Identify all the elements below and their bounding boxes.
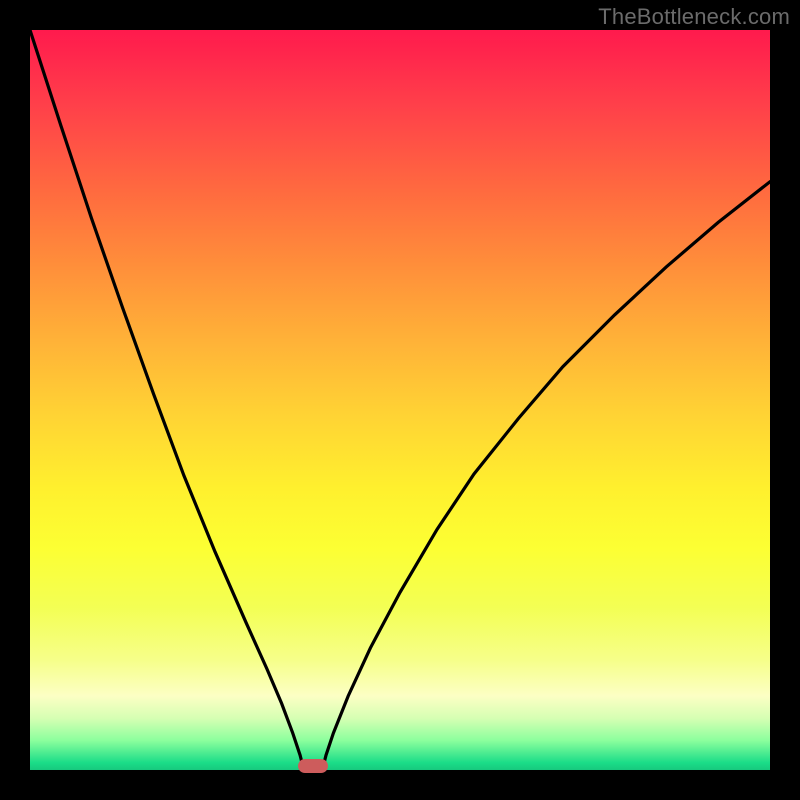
chart-frame: TheBottleneck.com: [0, 0, 800, 800]
optimum-marker: [298, 759, 328, 773]
watermark-text: TheBottleneck.com: [598, 4, 790, 30]
plot-area: [30, 30, 770, 770]
bottleneck-curve: [30, 30, 770, 770]
